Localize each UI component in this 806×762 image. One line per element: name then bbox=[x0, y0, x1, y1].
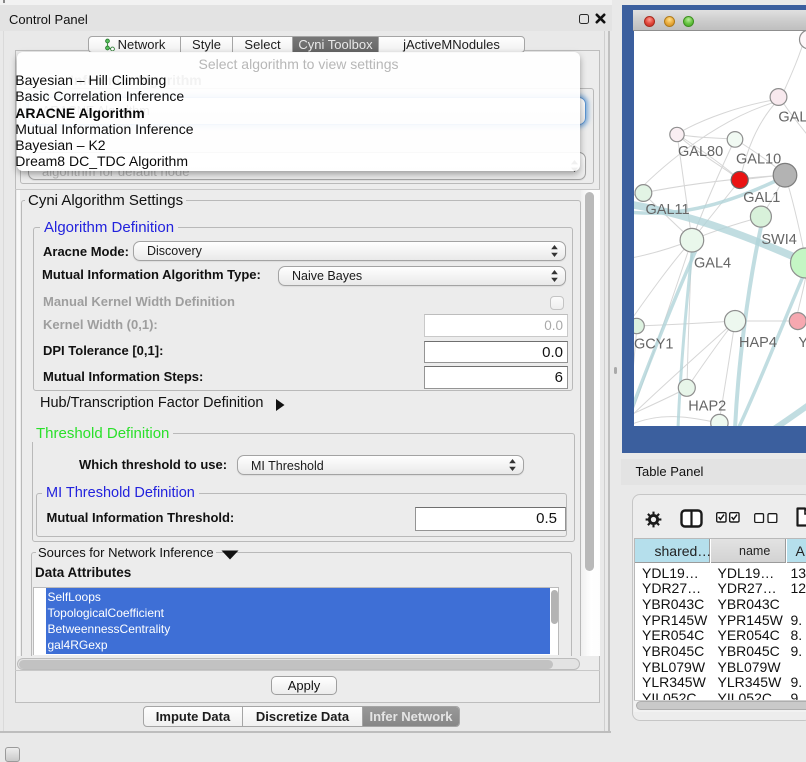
svg-text:GAL11: GAL11 bbox=[646, 202, 690, 218]
svg-text:GAL10: GAL10 bbox=[736, 152, 781, 168]
svg-text:GAL80: GAL80 bbox=[678, 144, 723, 160]
svg-text:Y: Y bbox=[798, 335, 806, 351]
svg-text:GAL2: GAL2 bbox=[778, 110, 806, 126]
svg-text:GAL1: GAL1 bbox=[743, 190, 780, 206]
svg-text:HAP2: HAP2 bbox=[688, 399, 726, 415]
svg-text:SWI4: SWI4 bbox=[761, 232, 796, 248]
svg-text:GCY1: GCY1 bbox=[634, 337, 674, 353]
svg-text:GAL4: GAL4 bbox=[694, 256, 731, 272]
svg-text:HAP4: HAP4 bbox=[739, 335, 777, 351]
